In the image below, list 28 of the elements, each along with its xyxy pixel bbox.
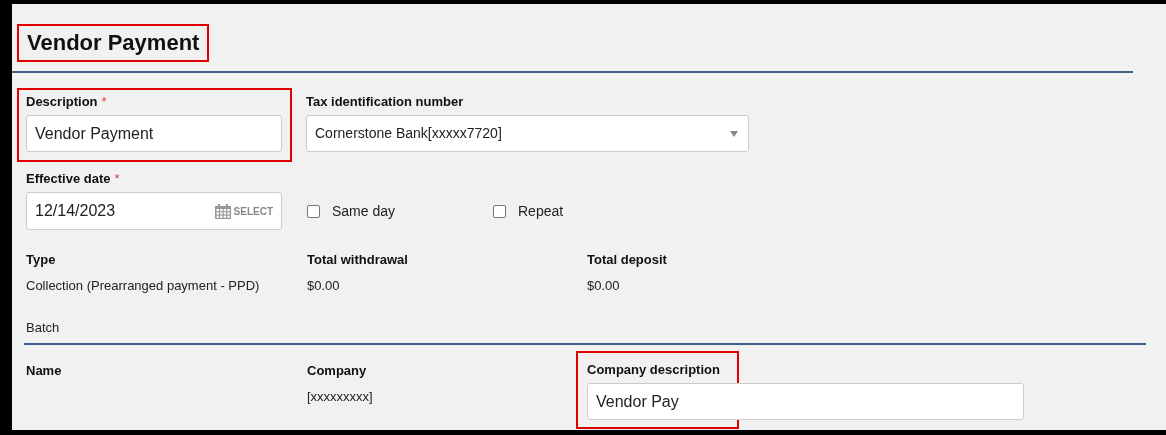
field-label: Company description xyxy=(587,361,720,380)
required-asterisk: * xyxy=(101,93,107,112)
company-description-field[interactable]: Vendor Pay xyxy=(587,383,1024,420)
summary-label: Total deposit xyxy=(587,251,668,269)
summary-value: $0.00 xyxy=(587,276,621,295)
caret-icon xyxy=(730,130,738,137)
calendar-icon xyxy=(214,203,231,219)
summary-label: Total withdrawal xyxy=(307,251,409,269)
required-asterisk: * xyxy=(114,170,120,189)
checkbox[interactable] xyxy=(307,204,320,218)
field-label: Description xyxy=(26,93,98,112)
checkbox[interactable] xyxy=(493,204,506,218)
summary-value: Collection (Prearranged payment - PPD) xyxy=(26,276,261,295)
summary-label: Type xyxy=(26,251,57,269)
checkbox-label: Repeat xyxy=(518,201,564,221)
checkbox-label: Same day xyxy=(332,201,396,221)
company-value: [xxxxxxxxx] xyxy=(307,387,374,406)
description-field[interactable]: Vendor Payment xyxy=(26,115,282,152)
section-heading: Batch xyxy=(25,320,60,335)
date-select-button[interactable]: SELECT xyxy=(214,203,273,219)
page-title: Vendor Payment xyxy=(27,29,200,57)
column-label: Name xyxy=(26,362,63,380)
field-label: Tax identification number xyxy=(306,93,464,112)
date-field[interactable]: 12/14/2023 SELECT xyxy=(26,192,282,230)
summary-value: $0.00 xyxy=(307,276,341,295)
column-label: Company xyxy=(307,362,368,380)
field-label: Effective date xyxy=(26,170,111,189)
tax-id-dropdown[interactable]: Cornerstone Bank[xxxxx7720] xyxy=(306,115,749,152)
